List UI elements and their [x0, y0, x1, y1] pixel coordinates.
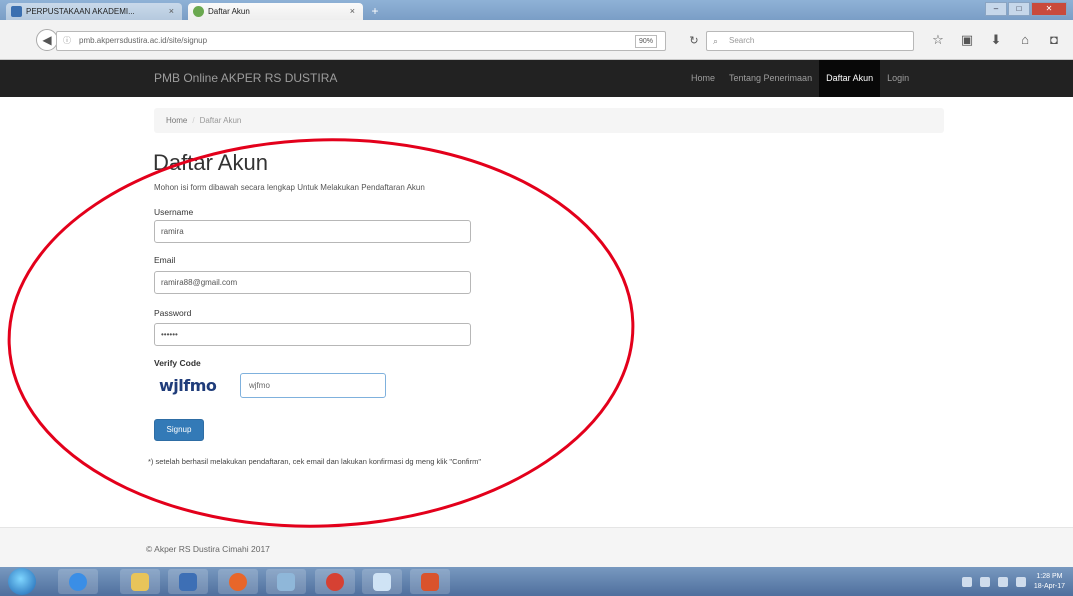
system-tray: 1:28 PM 18-Apr-17: [961, 569, 1065, 594]
taskbar-media[interactable]: [168, 569, 208, 594]
form-instructions: Mohon isi form dibawah secara lengkap Un…: [154, 183, 425, 192]
browser-tab-perpustakaan[interactable]: PERPUSTAKAAN AKADEMI... ×: [6, 3, 182, 20]
close-tab-icon[interactable]: ×: [350, 3, 355, 20]
breadcrumb: Home / Daftar Akun: [154, 108, 944, 133]
info-icon: ⓘ: [63, 36, 71, 45]
taskbar-ie[interactable]: [58, 569, 98, 594]
search-placeholder: Search: [729, 36, 755, 45]
site-navbar: PMB Online AKPER RS DUSTIRA Home Tentang…: [0, 60, 1073, 97]
navbar-links: Home Tentang Penerimaan Daftar Akun Logi…: [684, 60, 916, 97]
taskbar-explorer[interactable]: [120, 569, 160, 594]
taskbar-app[interactable]: [266, 569, 306, 594]
clock-time: 1:28 PM: [1036, 572, 1063, 580]
home-icon[interactable]: ⌂: [1017, 30, 1033, 50]
taskbar-notes[interactable]: [362, 569, 402, 594]
window-controls: – □ ✕: [984, 2, 1067, 17]
app-icon: [277, 572, 295, 591]
site-favicon-icon: [11, 6, 22, 17]
tab-label: Daftar Akun: [208, 7, 250, 16]
navbar-brand[interactable]: PMB Online AKPER RS DUSTIRA: [154, 60, 337, 97]
minimize-button[interactable]: –: [985, 2, 1007, 16]
new-tab-button[interactable]: +: [368, 5, 382, 18]
nav-tentang-penerimaan[interactable]: Tentang Penerimaan: [722, 60, 819, 97]
system-clock[interactable]: 1:28 PM 18-Apr-17: [1034, 572, 1065, 592]
nav-daftar-akun[interactable]: Daftar Akun: [819, 60, 881, 97]
captcha-image[interactable]: wjlfmo: [159, 376, 217, 395]
tab-label: PERPUSTAKAAN AKADEMI...: [26, 7, 135, 16]
password-label: Password: [154, 308, 192, 318]
nav-login[interactable]: Login: [880, 60, 916, 97]
powerpoint-icon: [421, 572, 439, 591]
url-text: pmb.akperrsdustira.ac.id/site/signup: [79, 36, 208, 45]
browser-tab-daftar-akun[interactable]: Daftar Akun ×: [188, 3, 363, 20]
search-icon: ⌕: [713, 36, 719, 46]
email-label: Email: [154, 255, 176, 265]
address-bar[interactable]: ⓘ pmb.akperrsdustira.ac.id/site/signup 9…: [56, 31, 666, 51]
volume-icon[interactable]: [997, 576, 1008, 587]
breadcrumb-separator: /: [192, 116, 195, 125]
password-field[interactable]: ••••••: [154, 323, 471, 346]
network-icon[interactable]: [979, 576, 990, 587]
signup-button[interactable]: Signup: [154, 419, 204, 441]
taskbar-firefox[interactable]: [218, 569, 258, 594]
bookmark-star-icon[interactable]: ☆: [930, 30, 946, 50]
back-arrow-icon: ◀: [42, 33, 52, 47]
close-window-button[interactable]: ✕: [1031, 2, 1067, 16]
breadcrumb-current: Daftar Akun: [199, 116, 242, 125]
reload-icon[interactable]: ↻: [684, 31, 704, 51]
windows-taskbar: 1:28 PM 18-Apr-17: [0, 567, 1073, 596]
zoom-indicator[interactable]: 90%: [634, 35, 657, 48]
start-button[interactable]: [8, 568, 36, 595]
firefox-icon: [229, 572, 247, 591]
taskbar-powerpoint[interactable]: [410, 569, 450, 594]
site-favicon-icon: [193, 6, 204, 17]
flag-icon[interactable]: [1015, 576, 1026, 587]
folder-icon: [131, 572, 149, 591]
nav-home[interactable]: Home: [684, 60, 722, 97]
search-input[interactable]: ⌕ Search: [706, 31, 914, 51]
verify-code-label: Verify Code: [154, 358, 201, 368]
reading-list-icon[interactable]: ▣: [959, 30, 975, 50]
back-button[interactable]: ◀: [36, 29, 58, 51]
username-field[interactable]: ramira: [154, 220, 471, 243]
taskbar-chrome[interactable]: [315, 569, 355, 594]
browser-tools: ☆ ▣ ⬇ ⌂ ◘ ≡: [930, 30, 1073, 50]
pocket-icon[interactable]: ◘: [1046, 30, 1062, 50]
breadcrumb-home[interactable]: Home: [166, 116, 187, 125]
internet-explorer-icon: [69, 572, 87, 591]
browser-toolbar: ◀ ⓘ pmb.akperrsdustira.ac.id/site/signup…: [0, 20, 1073, 60]
verify-code-field[interactable]: wjfmo: [240, 373, 386, 398]
username-label: Username: [154, 207, 194, 217]
chrome-icon: [326, 572, 344, 591]
page-title: Daftar Akun: [153, 150, 268, 175]
clock-date: 18-Apr-17: [1033, 582, 1065, 590]
media-player-icon: [179, 572, 197, 591]
tray-arrow-icon[interactable]: [961, 576, 972, 587]
email-field[interactable]: ramira88@gmail.com: [154, 271, 471, 294]
footer-copyright: © Akper RS Dustira Cimahi 2017: [146, 544, 270, 554]
downloads-icon[interactable]: ⬇: [988, 30, 1004, 50]
maximize-button[interactable]: □: [1008, 2, 1030, 16]
browser-tab-strip: PERPUSTAKAAN AKADEMI... × Daftar Akun × …: [0, 0, 1073, 20]
close-tab-icon[interactable]: ×: [169, 3, 174, 20]
notes-icon: [373, 572, 391, 591]
page-footer: © Akper RS Dustira Cimahi 2017: [0, 527, 1073, 567]
confirmation-note: *) setelah berhasil melakukan pendaftara…: [148, 457, 481, 466]
